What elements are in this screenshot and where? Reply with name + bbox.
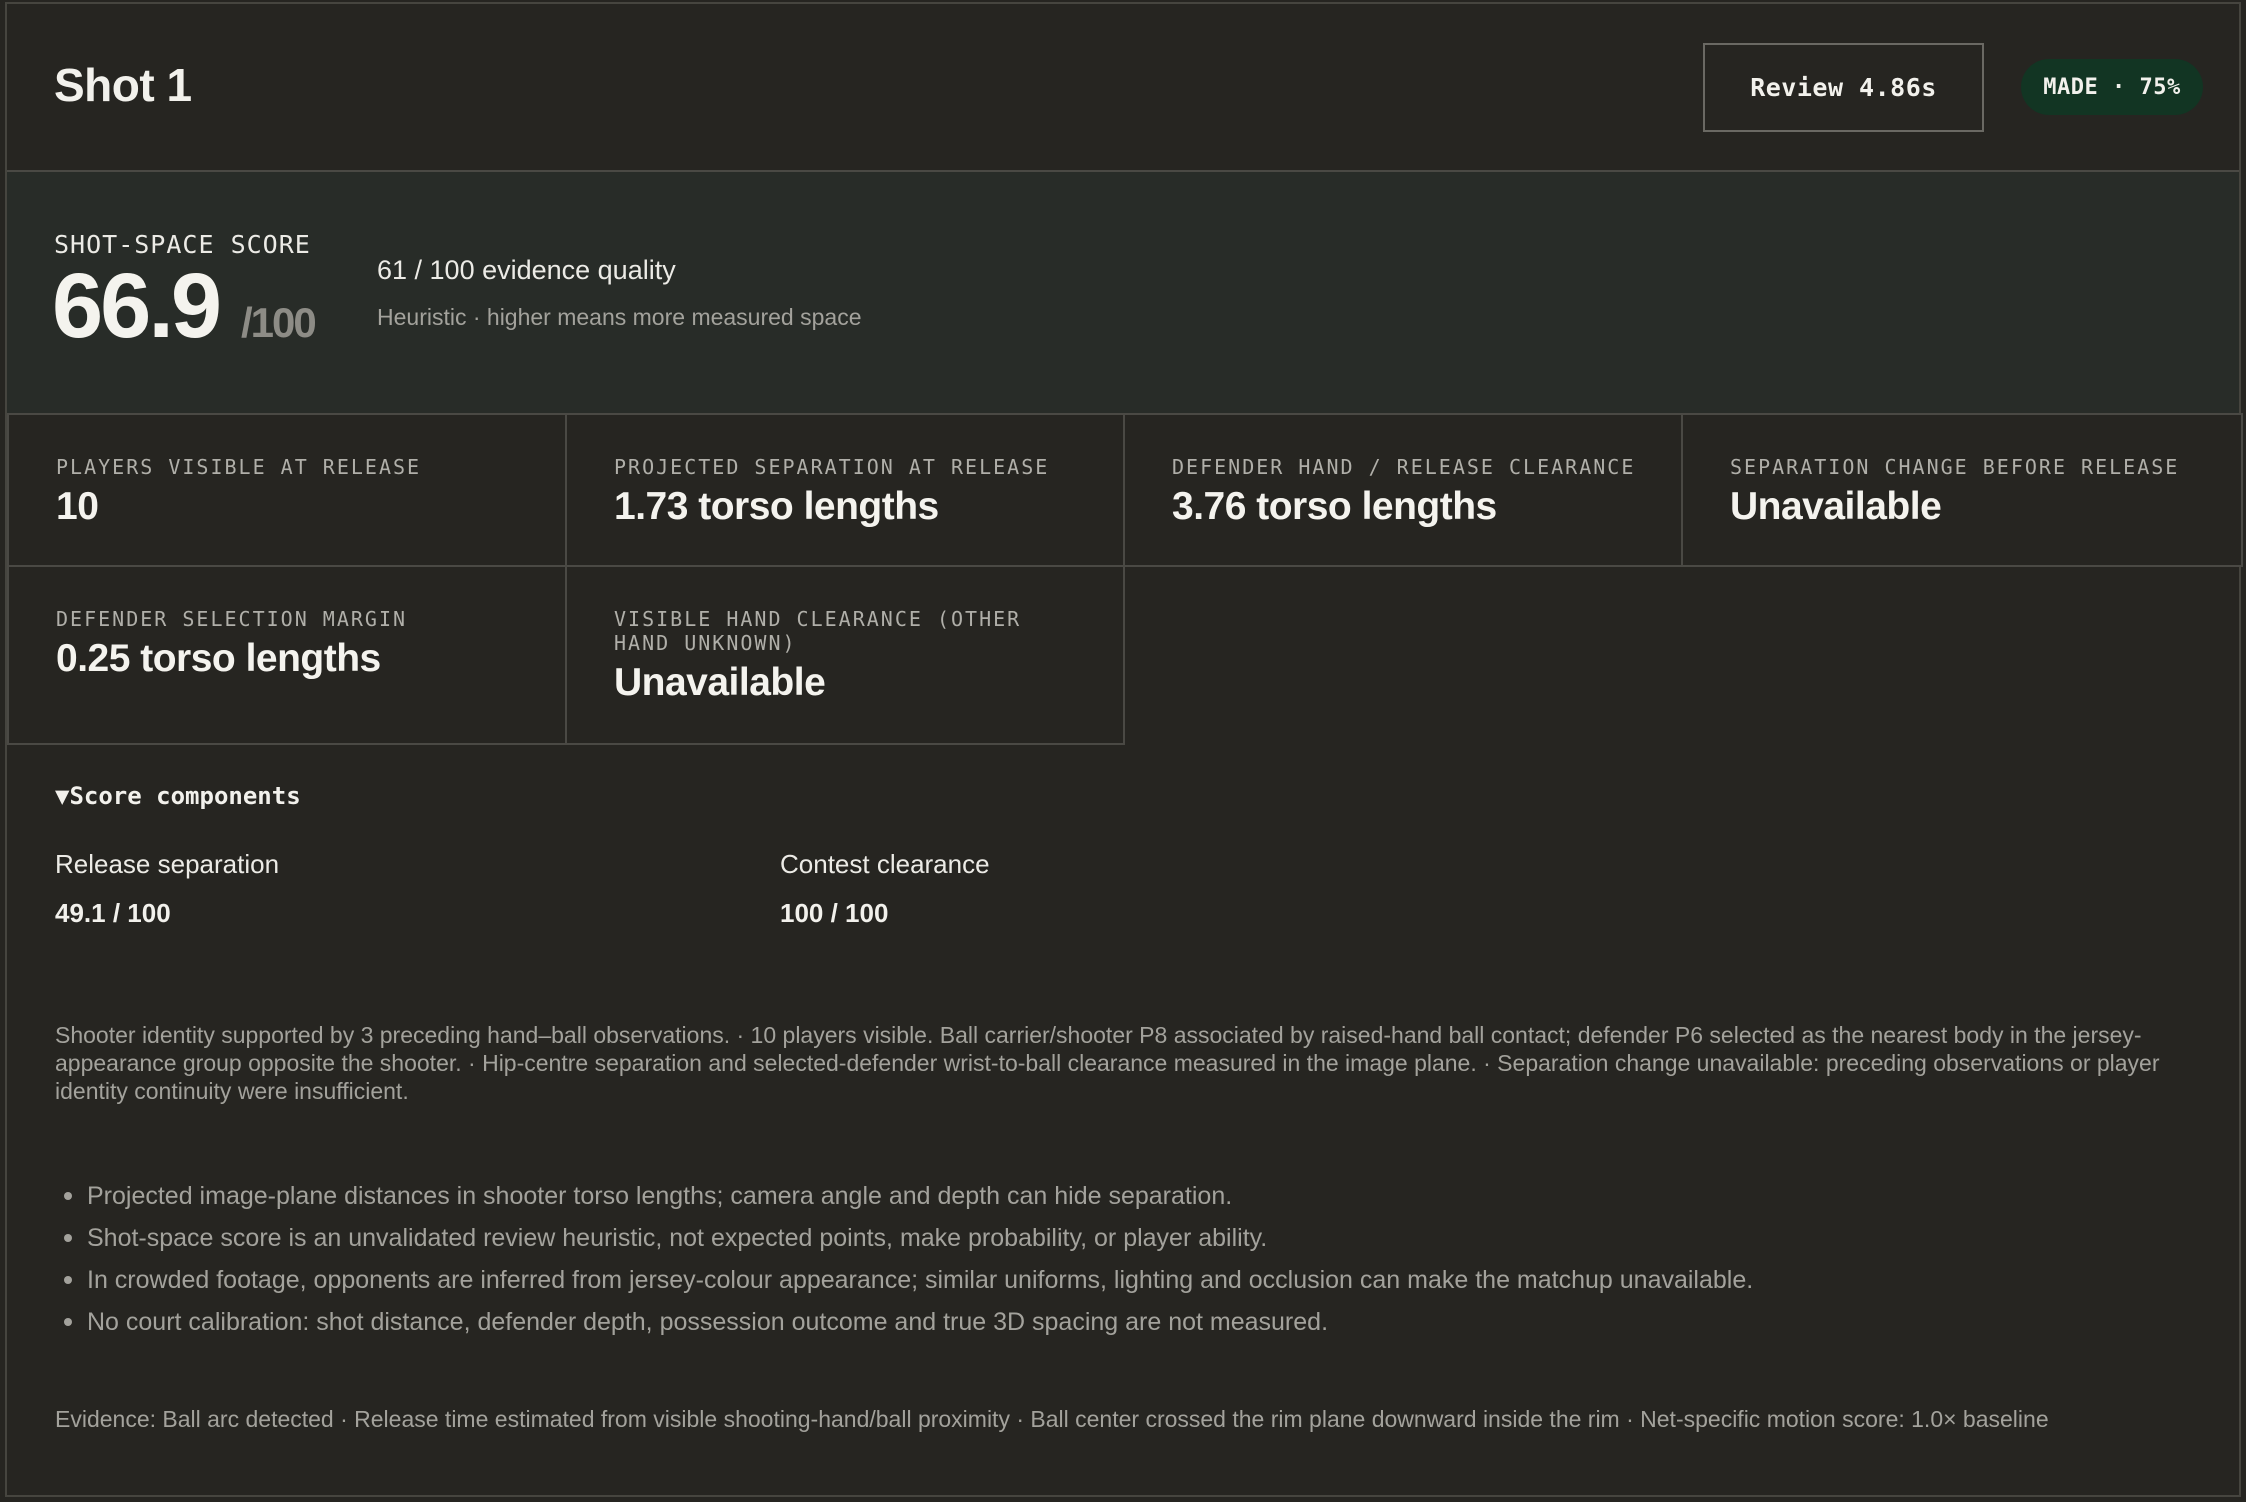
component-value: 49.1 / 100 <box>55 898 171 928</box>
metric-defender-selection-margin: DEFENDER SELECTION MARGIN 0.25 torso len… <box>7 565 567 745</box>
bullet-icon <box>64 1276 72 1284</box>
status-badge: MADE · 75% <box>2021 59 2203 115</box>
caveat-text: No court calibration: shot distance, def… <box>87 1308 1329 1336</box>
metric-value: Unavailable <box>1730 485 1942 528</box>
metric-label: SEPARATION CHANGE BEFORE RELEASE <box>1730 455 2180 479</box>
caveats-list: Projected image-plane distances in shoot… <box>55 1175 2205 1343</box>
metric-players-visible: PLAYERS VISIBLE AT RELEASE 10 <box>7 413 567 567</box>
caveat-text: Projected image-plane distances in shoot… <box>87 1182 1233 1210</box>
metric-value: 1.73 torso lengths <box>614 485 939 528</box>
caveat-text: In crowded footage, opponents are inferr… <box>87 1266 1754 1294</box>
score-max: /100 <box>241 299 317 346</box>
evidence-text: Evidence: Ball arc detected · Release ti… <box>55 1406 2049 1432</box>
list-item: Shot-space score is an unvalidated revie… <box>55 1217 2205 1259</box>
metric-value: 3.76 torso lengths <box>1172 485 1497 528</box>
review-button[interactable]: Review 4.86s <box>1703 43 1984 132</box>
bullet-icon <box>64 1234 72 1242</box>
shot-title: Shot 1 <box>54 59 192 111</box>
list-item: In crowded footage, opponents are inferr… <box>55 1259 2205 1301</box>
metric-label: PLAYERS VISIBLE AT RELEASE <box>56 455 422 479</box>
metric-value: Unavailable <box>614 661 826 704</box>
metric-value: 10 <box>56 485 99 528</box>
metric-defender-hand-clearance: DEFENDER HAND / RELEASE CLEARANCE 3.76 t… <box>1123 413 1683 567</box>
list-item: Projected image-plane distances in shoot… <box>55 1175 2205 1217</box>
metric-label: DEFENDER HAND / RELEASE CLEARANCE <box>1172 455 1636 479</box>
component-name: Contest clearance <box>780 849 990 879</box>
bullet-icon <box>64 1192 72 1200</box>
component-release-separation: Release separation 49.1 / 100 <box>55 849 279 929</box>
component-name: Release separation <box>55 849 280 879</box>
metric-label: VISIBLE HAND CLEARANCE (OTHER HAND UNKNO… <box>614 607 1022 655</box>
metric-projected-separation: PROJECTED SEPARATION AT RELEASE 1.73 tor… <box>565 413 1125 567</box>
score-note: Heuristic · higher means more measured s… <box>377 304 862 330</box>
shot-card: Shot 1 Review 4.86s MADE · 75% SHOT-SPAC… <box>5 2 2243 1497</box>
score-panel: SHOT-SPACE SCORE 66.9 /100 61 / 100 evid… <box>7 172 2239 415</box>
score-components-toggle[interactable]: ▼Score components <box>55 782 301 810</box>
shot-summary: Shooter identity supported by 3 precedin… <box>55 1022 2160 1104</box>
list-item: No court calibration: shot distance, def… <box>55 1301 2205 1343</box>
caveat-text: Shot-space score is an unvalidated revie… <box>87 1224 1268 1252</box>
component-value: 100 / 100 <box>780 898 889 928</box>
component-contest-clearance: Contest clearance 100 / 100 <box>780 849 990 929</box>
metric-separation-change: SEPARATION CHANGE BEFORE RELEASE Unavail… <box>1681 413 2243 567</box>
metric-visible-hand-clearance: VISIBLE HAND CLEARANCE (OTHER HAND UNKNO… <box>565 565 1125 745</box>
score-value: 66.9 <box>52 255 222 357</box>
metric-value: 0.25 torso lengths <box>56 637 381 680</box>
evidence-quality: 61 / 100 evidence quality <box>377 255 676 285</box>
shot-header: Shot 1 Review 4.86s MADE · 75% <box>7 4 2239 172</box>
bullet-icon <box>64 1318 72 1326</box>
metric-label: DEFENDER SELECTION MARGIN <box>56 607 408 631</box>
metric-label: PROJECTED SEPARATION AT RELEASE <box>614 455 1050 479</box>
